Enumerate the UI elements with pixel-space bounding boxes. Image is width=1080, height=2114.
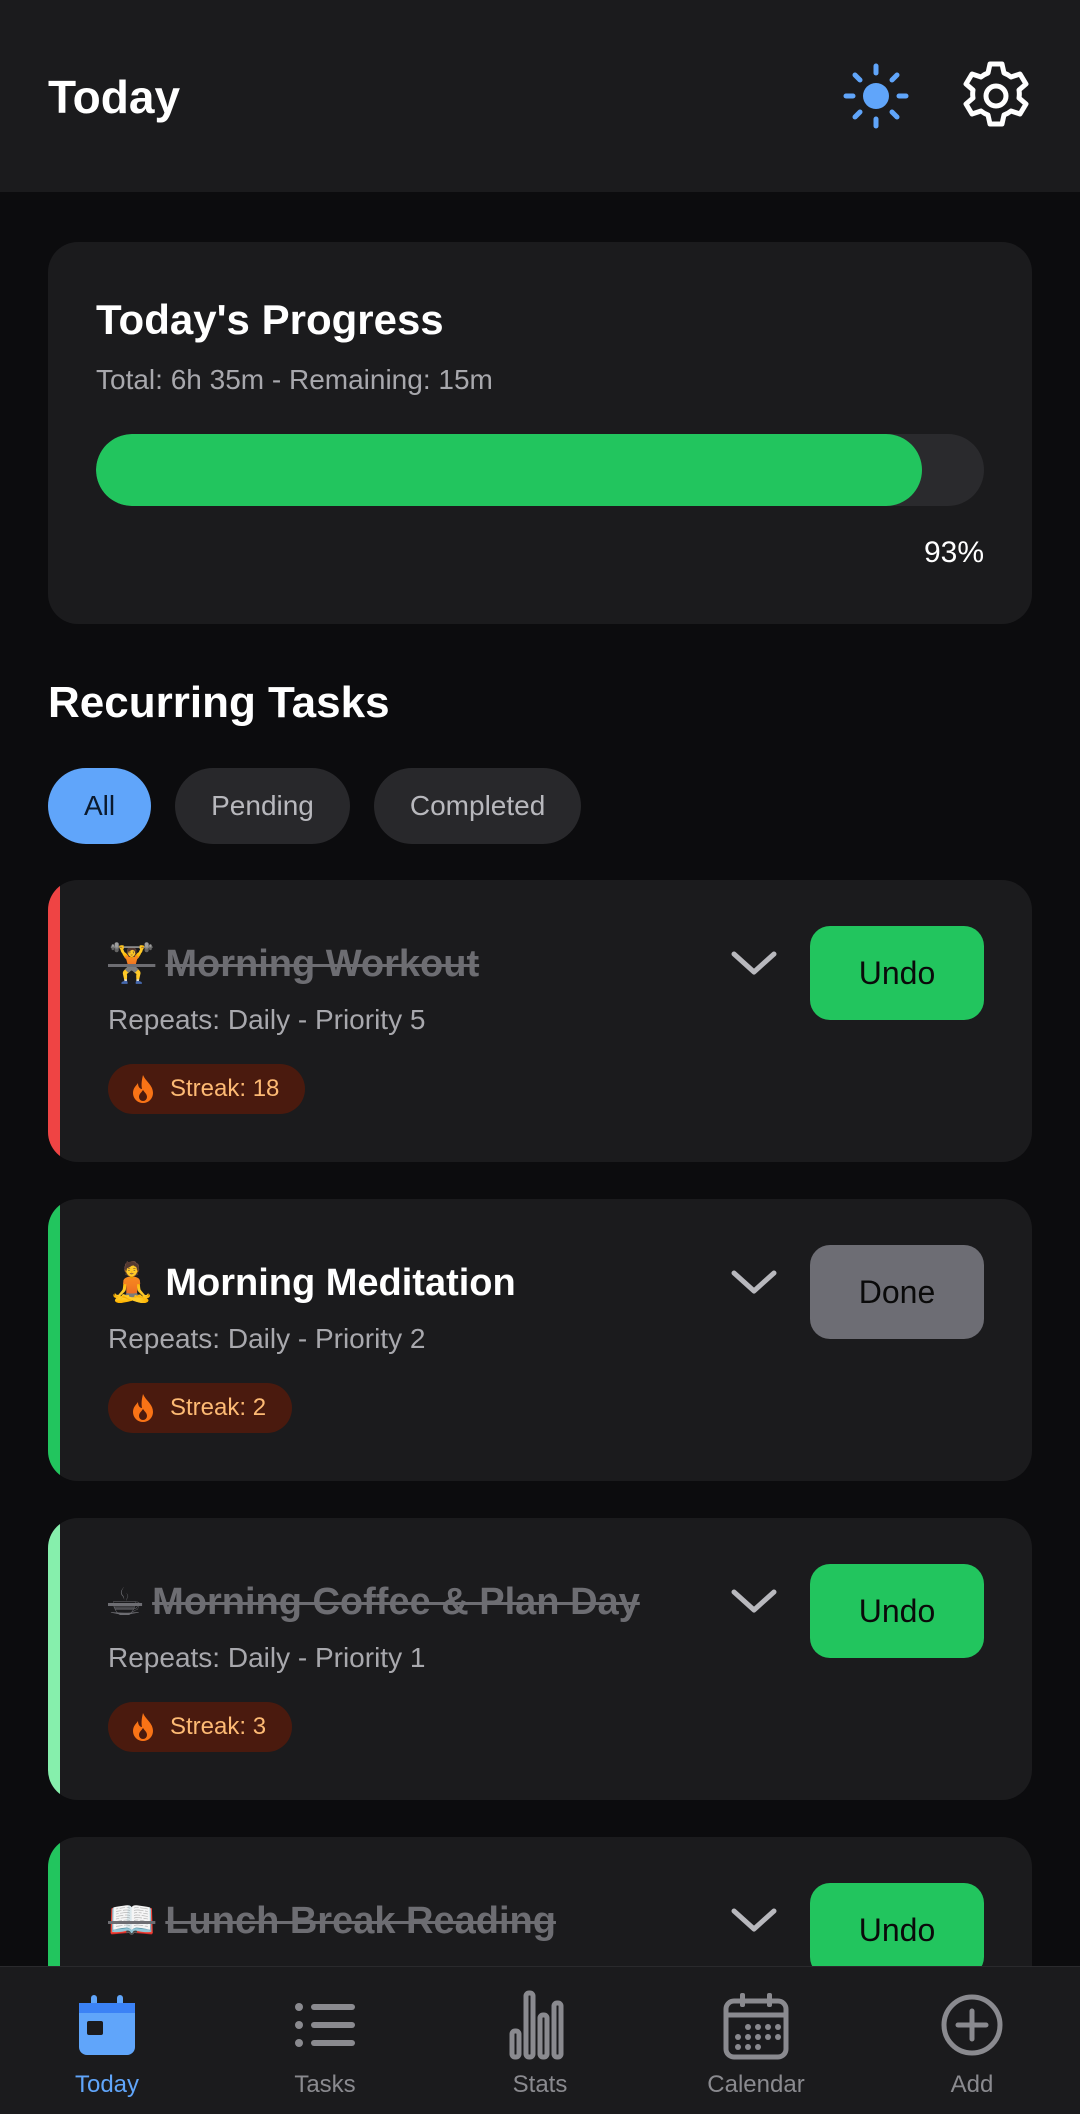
progress-title: Today's Progress [96, 296, 444, 343]
streak-badge: Streak: 18 [108, 1064, 306, 1114]
flame-icon [133, 1075, 153, 1103]
expand-button[interactable] [720, 1889, 788, 1949]
progress-summary: Total: 6h 35m - Remaining: 15m [96, 364, 493, 395]
task-title-text: Lunch Break Reading [165, 1899, 556, 1942]
nav-item-add[interactable]: Add [892, 1989, 1052, 2109]
flame-icon [133, 1713, 153, 1741]
filter-chip-all[interactable]: All [48, 768, 152, 844]
task-card[interactable]: 🧘 Morning Meditation Repeats: Daily - Pr… [48, 1199, 1032, 1481]
task-title: 🏋 Morning Workout [108, 936, 479, 992]
progress-bar-fill [96, 434, 922, 506]
nav-item-calendar[interactable]: Calendar [676, 1989, 836, 2109]
book-icon: 📖 [108, 1900, 156, 1942]
list-icon [295, 2003, 355, 2047]
task-title: 📖 Lunch Break Reading [108, 1893, 556, 1949]
nav-label: Stats [512, 2071, 568, 2098]
bottom-navigation: Today Tasks Stats Calendar Add [0, 1966, 1080, 2114]
task-title: 🧘 Morning Meditation [108, 1255, 516, 1311]
nav-label: Calendar [707, 2071, 805, 2098]
streak-badge: Streak: 2 [108, 1383, 293, 1433]
streak-text: Streak: 3 [170, 1713, 267, 1740]
theme-toggle-button[interactable] [836, 56, 916, 136]
meditation-icon: 🧘 [108, 1262, 156, 1304]
gear-icon [963, 61, 1029, 127]
task-title-text: Morning Workout [165, 942, 480, 985]
task-card[interactable]: 🏋 Morning Workout Repeats: Daily - Prior… [48, 880, 1032, 1162]
top-app-bar: Today [0, 0, 1080, 192]
priority-accent-bar [48, 1199, 60, 1481]
task-title-text: Morning Coffee & Plan Day [152, 1580, 640, 1623]
chevron-down-icon [731, 1270, 777, 1294]
bar-chart-icon [509, 1990, 564, 2060]
priority-accent-bar [48, 1518, 60, 1800]
task-card[interactable]: ☕ Morning Coffee & Plan Day Repeats: Dai… [48, 1518, 1032, 1800]
section-title: Recurring Tasks [48, 678, 390, 727]
chevron-down-icon [731, 1908, 777, 1932]
done-button[interactable]: Done [810, 1245, 984, 1339]
nav-item-tasks[interactable]: Tasks [245, 1989, 405, 2109]
filter-chip-pending[interactable]: Pending [175, 768, 350, 844]
progress-bar [96, 434, 984, 506]
expand-button[interactable] [720, 932, 788, 992]
calendar-grid-icon [723, 1993, 789, 2060]
dumbbell-icon: 🏋 [108, 943, 156, 985]
page-title: Today [48, 71, 181, 123]
streak-text: Streak: 2 [170, 1394, 267, 1421]
task-meta: Repeats: Daily - Priority 2 [108, 1323, 426, 1354]
chevron-down-icon [731, 951, 777, 975]
streak-text: Streak: 18 [170, 1075, 280, 1102]
task-meta: Repeats: Daily - Priority 1 [108, 1642, 426, 1673]
filter-chip-completed[interactable]: Completed [373, 768, 582, 844]
chevron-down-icon [731, 1589, 777, 1613]
flame-icon [133, 1394, 153, 1422]
app-root: Today Today's Progress Total: 6h 35m - R… [0, 0, 1080, 2114]
undo-button[interactable]: Undo [810, 926, 984, 1020]
plus-circle-icon [941, 1994, 1003, 2056]
task-meta: Repeats: Daily - Priority 5 [108, 1004, 426, 1035]
filter-chips: All Pending Completed [48, 768, 582, 844]
priority-accent-bar [48, 880, 60, 1162]
progress-card: Today's Progress Total: 6h 35m - Remaini… [48, 242, 1032, 624]
undo-button[interactable]: Undo [810, 1564, 984, 1658]
task-title: ☕ Morning Coffee & Plan Day [108, 1574, 640, 1630]
calendar-today-icon [79, 1995, 135, 2055]
undo-button[interactable]: Undo [810, 1883, 984, 1977]
streak-badge: Streak: 3 [108, 1702, 293, 1752]
nav-item-today[interactable]: Today [27, 1989, 187, 2109]
nav-label: Today [74, 2071, 140, 2098]
task-title-text: Morning Meditation [165, 1261, 516, 1304]
nav-label: Add [950, 2071, 994, 2098]
settings-button[interactable] [956, 56, 1036, 136]
expand-button[interactable] [720, 1251, 788, 1311]
sun-icon [843, 63, 909, 129]
nav-label: Tasks [294, 2071, 356, 2098]
nav-item-stats[interactable]: Stats [460, 1989, 620, 2109]
progress-percent: 93% [923, 536, 984, 569]
expand-button[interactable] [720, 1570, 788, 1630]
coffee-icon: ☕ [108, 1581, 143, 1624]
